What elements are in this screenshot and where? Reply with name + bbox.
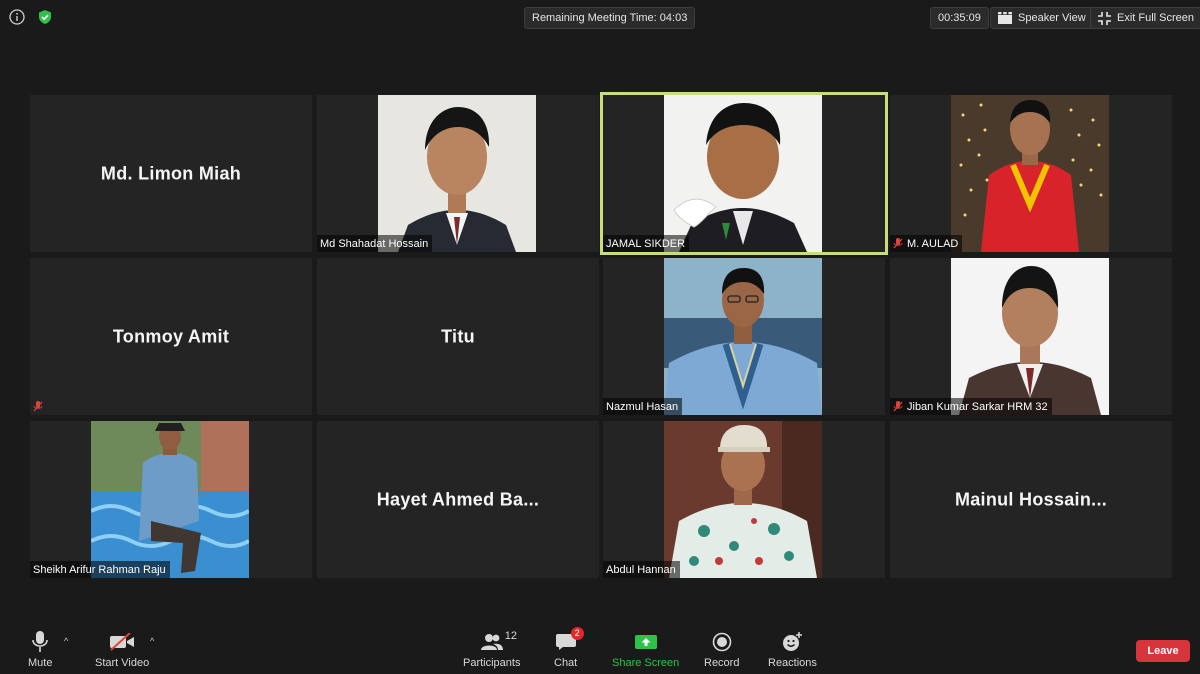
participant-tile-active-speaker[interactable]: JAMAL SIKDER [600, 92, 888, 255]
top-bar: Remaining Meeting Time: 04:03 00:35:09 S… [0, 0, 1200, 36]
participant-name-tag: Nazmul Hasan [603, 398, 683, 415]
remaining-time-label: Remaining Meeting Time: 04:03 [524, 7, 696, 29]
video-options-caret-icon[interactable]: ^ [150, 636, 154, 646]
exit-full-screen-icon [1098, 11, 1111, 25]
participant-name: Titu [441, 326, 475, 346]
participant-name: M. AULAD [907, 237, 959, 250]
exit-full-screen-button[interactable]: Exit Full Screen [1090, 7, 1200, 29]
participant-name-tag: JAMAL SIKDER [603, 235, 690, 252]
participant-name-tag: M. AULAD [890, 235, 963, 252]
mute-label: Mute [28, 657, 53, 669]
participant-tile[interactable]: M. AULAD [890, 95, 1172, 252]
start-video-button[interactable]: Start Video [95, 630, 149, 669]
chat-button[interactable]: 2 Chat [554, 627, 584, 669]
reactions-smiley-icon [781, 630, 803, 654]
meeting-toolbar: Mute ^ Start Video ^ 12 Participants 2 C… [0, 622, 1200, 674]
chat-unread-badge: 2 [570, 627, 584, 640]
participant-name-tag: Md Shahadat Hossain [317, 235, 433, 252]
security-shield-icon[interactable] [36, 8, 54, 26]
participant-tile[interactable]: Md. Limon Miah [30, 95, 312, 252]
chat-label: Chat [554, 657, 578, 669]
participant-tile[interactable]: Mainul Hossain... [890, 421, 1172, 578]
participant-tile[interactable]: Titu [317, 258, 599, 415]
participant-name-tag: Jiban Kumar Sarkar HRM 32 [890, 398, 1052, 415]
speaker-view-icon [998, 12, 1012, 24]
participant-video [951, 258, 1109, 415]
participant-tile[interactable]: Sheikh Arifur Rahman Raju [30, 421, 312, 578]
record-label: Record [704, 657, 740, 669]
leave-button[interactable]: Leave [1136, 640, 1190, 662]
share-screen-icon [634, 630, 657, 654]
chat-icon: 2 [555, 627, 584, 654]
participant-video [91, 421, 249, 578]
reactions-button[interactable]: Reactions [768, 630, 817, 669]
participant-name: Hayet Ahmed Ba... [376, 489, 540, 509]
info-icon[interactable] [8, 8, 26, 26]
participants-button[interactable]: 12 Participants [463, 630, 520, 669]
participant-video [664, 95, 822, 252]
speaker-view-button[interactable]: Speaker View [990, 7, 1094, 29]
participant-tile[interactable]: Jiban Kumar Sarkar HRM 32 [890, 258, 1172, 415]
mute-options-caret-icon[interactable]: ^ [64, 636, 68, 646]
participant-name: JAMAL SIKDER [606, 237, 686, 250]
participant-name: Nazmul Hasan [606, 400, 679, 413]
participant-name: Jiban Kumar Sarkar HRM 32 [907, 400, 1048, 413]
muted-mic-icon [893, 401, 903, 412]
participants-icon: 12 [480, 630, 517, 654]
record-icon [712, 630, 732, 654]
mute-button[interactable]: Mute [28, 630, 52, 669]
participant-video [951, 95, 1109, 252]
speaker-view-label: Speaker View [1018, 12, 1086, 24]
start-video-label: Start Video [95, 657, 150, 669]
participant-name-tag: Sheikh Arifur Rahman Raju [30, 561, 170, 578]
reactions-label: Reactions [768, 657, 817, 669]
participant-tile[interactable]: Nazmul Hasan [603, 258, 885, 415]
participants-label: Participants [463, 657, 521, 669]
participant-name-tag: Abdul Hannan [603, 561, 680, 578]
participant-name: Sheikh Arifur Rahman Raju [33, 563, 166, 576]
microphone-icon [32, 630, 49, 654]
participant-name: Md Shahadat Hossain [320, 237, 429, 250]
muted-mic-icon [893, 238, 903, 249]
exit-full-screen-label: Exit Full Screen [1117, 12, 1195, 24]
participant-tile[interactable]: Tonmoy Amit [30, 258, 312, 415]
participant-tile[interactable]: Hayet Ahmed Ba... [317, 421, 599, 578]
elapsed-timer: 00:35:09 [930, 7, 989, 29]
participant-tile[interactable]: Md Shahadat Hossain [317, 95, 599, 252]
participant-name: Abdul Hannan [606, 563, 676, 576]
record-button[interactable]: Record [704, 630, 739, 669]
video-off-icon [110, 630, 135, 654]
participant-name-tag [30, 398, 51, 415]
participant-video [664, 258, 822, 415]
share-screen-button[interactable]: Share Screen [612, 630, 679, 669]
participant-name: Md. Limon Miah [100, 163, 242, 183]
participant-name: Mainul Hossain... [954, 489, 1108, 509]
participant-tile[interactable]: Abdul Hannan [603, 421, 885, 578]
muted-mic-icon [33, 401, 43, 412]
participant-name: Tonmoy Amit [112, 326, 230, 346]
participant-video [664, 421, 822, 578]
participant-video [378, 95, 536, 252]
share-screen-label: Share Screen [612, 657, 680, 669]
participants-count: 12 [504, 630, 517, 642]
